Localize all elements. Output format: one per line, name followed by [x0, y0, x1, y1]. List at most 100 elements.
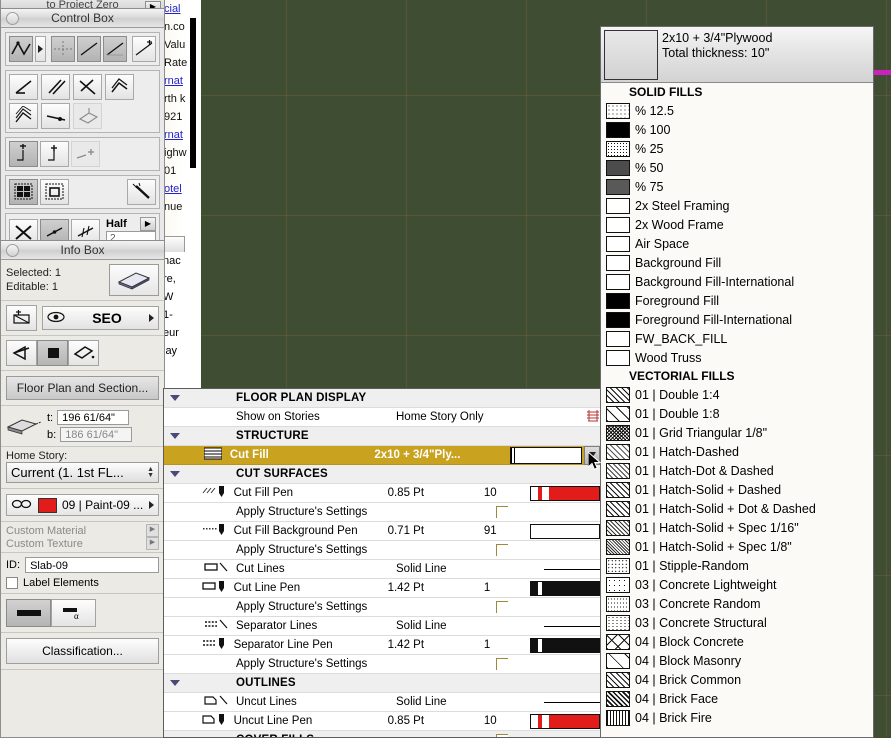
fill-menu-item[interactable]: % 50	[601, 158, 873, 177]
settings-row[interactable]: Cut Line Pen 1.42 Pt 1	[164, 579, 604, 598]
fill-menu-item[interactable]: 04 | Block Concrete	[601, 632, 873, 651]
snap-polyline-button[interactable]	[9, 36, 33, 62]
fill-menu-item[interactable]: % 25	[601, 139, 873, 158]
disclosure-triangle-icon[interactable]	[164, 433, 186, 439]
fill-menu-item[interactable]: 04 | Block Masonry	[601, 651, 873, 670]
fill-menu-item[interactable]: 04 | Brick Fire	[601, 708, 873, 727]
slab-preview-icon[interactable]	[109, 264, 159, 296]
rectangle-method-button[interactable]	[37, 340, 68, 366]
settings-row-selected[interactable]: Cut Fill 2x10 + 3/4"Ply...	[164, 445, 604, 465]
disclosure-triangle-icon[interactable]	[164, 680, 186, 686]
element-settings-table[interactable]: FLOOR PLAN DISPLAY Show on Stories Home St…	[163, 388, 605, 738]
gravity-slab-button[interactable]	[9, 141, 38, 167]
fill-menu-item[interactable]: % 12.5	[601, 101, 873, 120]
fill-menu-item[interactable]: 2x Wood Frame	[601, 215, 873, 234]
setting-value[interactable]: 2x10 + 3/4"Ply...	[374, 449, 464, 461]
settings-row[interactable]: OUTLINES	[164, 674, 604, 693]
settings-row[interactable]: FLOOR PLAN DISPLAY	[164, 389, 604, 408]
fill-menu-item[interactable]: 01 | Hatch-Solid + Dot & Dashed	[601, 499, 873, 518]
fill-menu-item[interactable]: 04 | Brick Common	[601, 670, 873, 689]
fill-menu-item[interactable]: Foreground Fill	[601, 291, 873, 310]
angle-bisector-button[interactable]	[73, 74, 102, 100]
link-materials-icon[interactable]	[11, 498, 33, 513]
3d-plane-button[interactable]	[73, 103, 102, 129]
settings-row[interactable]: Separator Line Pen 1.42 Pt 1	[164, 636, 604, 655]
home-story-select[interactable]: Current (1. 1st FL... ▲ ▼	[6, 462, 159, 483]
guide-line-button[interactable]	[76, 36, 101, 62]
gravity-roof-button[interactable]	[40, 141, 69, 167]
settings-row[interactable]: STRUCTURE	[164, 427, 604, 446]
disclosure-triangle-icon[interactable]	[164, 395, 186, 401]
floor-plan-and-section-button[interactable]: Floor Plan and Section...	[6, 376, 159, 400]
pen-index[interactable]: 10	[484, 715, 530, 727]
divisions-popup-arrow-icon[interactable]: ▶	[140, 217, 156, 231]
pen-color-swatch[interactable]	[530, 485, 600, 501]
line-type-preview[interactable]	[544, 701, 600, 703]
material-selector[interactable]: 09 | Paint-09 ...	[6, 494, 159, 516]
settings-row[interactable]: Cut Fill Background Pen 0.71 Pt 91	[164, 522, 604, 541]
gravity-mesh-button[interactable]	[71, 141, 100, 167]
fill-menu-item[interactable]: 01 | Double 1:4	[601, 385, 873, 404]
setting-value[interactable]: 1.42 Pt	[388, 582, 484, 594]
window-close-knob-icon[interactable]	[6, 244, 19, 257]
magic-wand-button[interactable]	[127, 179, 156, 205]
line-type-preview[interactable]	[544, 568, 600, 570]
settings-row[interactable]: Cut Fill Pen 0.85 Pt 10	[164, 484, 604, 503]
fill-menu-item[interactable]: 01 | Hatch-Solid + Spec 1/8"	[601, 537, 873, 556]
fill-type-popup-menu[interactable]: 2x10 + 3/4"Plywood Total thickness: 10" …	[600, 26, 874, 738]
cut-fill-swatch[interactable]	[510, 446, 583, 464]
setting-value[interactable]: 1.42 Pt	[388, 639, 484, 651]
fill-menu-item[interactable]: Wood Truss	[601, 348, 873, 367]
fill-menu-item[interactable]: Background Fill-International	[601, 272, 873, 291]
fill-menu-item[interactable]: FW_BACK_FILL	[601, 329, 873, 348]
setting-value[interactable]: 0.85 Pt	[388, 487, 484, 499]
layer-selector[interactable]: SEO	[42, 306, 159, 330]
fill-menu-item[interactable]: 01 | Hatch-Solid + Spec 1/16"	[601, 518, 873, 537]
pen-index[interactable]: 91	[484, 525, 530, 537]
settings-row[interactable]: Apply Structure's Settings	[164, 655, 604, 674]
setting-value[interactable]: 0.71 Pt	[388, 525, 484, 537]
pen-color-swatch[interactable]	[530, 523, 600, 539]
apply-structure-checkbox[interactable]	[496, 658, 544, 670]
fill-menu-item[interactable]: 01 | Stipple-Random	[601, 556, 873, 575]
setting-value[interactable]: Solid Line	[396, 696, 496, 708]
webpage-text-fragment[interactable]: otel	[163, 180, 201, 198]
fill-menu-item[interactable]: Foreground Fill-International	[601, 310, 873, 329]
setting-value[interactable]: Solid Line	[396, 620, 496, 632]
show-on-stories-icon[interactable]	[586, 409, 600, 426]
group-button[interactable]	[9, 179, 38, 205]
fill-menu-item[interactable]: 03 | Concrete Random	[601, 594, 873, 613]
background-webpage-strip-lower[interactable]: nac re, W 1- eur lay	[163, 252, 201, 390]
tool-slab-icon[interactable]	[6, 305, 37, 331]
window-close-knob-icon[interactable]	[6, 12, 19, 25]
setting-value[interactable]: 0.85 Pt	[388, 715, 484, 727]
pen-index[interactable]: 1	[484, 582, 530, 594]
settings-row[interactable]: Show on Stories Home Story Only	[164, 408, 604, 427]
setting-value[interactable]: Home Story Only	[396, 411, 496, 423]
webpage-text-fragment[interactable]: nac	[163, 252, 201, 270]
settings-row[interactable]: Uncut Lines Solid Line	[164, 693, 604, 712]
fill-menu-item[interactable]: 01 | Hatch-Dot & Dashed	[601, 461, 873, 480]
suspend-groups-button[interactable]	[40, 179, 69, 205]
pen-color-swatch[interactable]	[530, 713, 600, 729]
guide-point-button[interactable]	[131, 36, 156, 62]
pen-index[interactable]: 10	[484, 487, 530, 499]
line-type-preview[interactable]	[544, 625, 600, 627]
fill-menu-item[interactable]: 03 | Concrete Lightweight	[601, 575, 873, 594]
settings-row[interactable]: Separator Lines Solid Line	[164, 617, 604, 636]
pen-color-swatch[interactable]	[530, 580, 600, 596]
rotated-rectangle-method-button[interactable]	[68, 340, 99, 366]
elevate-button[interactable]	[41, 103, 70, 129]
classification-button[interactable]: Classification...	[6, 638, 159, 664]
fill-menu-item[interactable]: 2x Steel Framing	[601, 196, 873, 215]
multi-offset-button[interactable]	[9, 103, 38, 129]
apply-structure-checkbox[interactable]	[496, 734, 544, 737]
offset-button[interactable]	[105, 74, 134, 100]
fill-menu-item[interactable]: Background Fill	[601, 253, 873, 272]
fill-menu-item[interactable]: 01 | Hatch-Dashed	[601, 442, 873, 461]
fill-menu-item[interactable]: 01 | Double 1:8	[601, 404, 873, 423]
settings-row[interactable]: CUT SURFACES	[164, 465, 604, 484]
top-elevation-input[interactable]: 196 61/64"	[57, 410, 130, 425]
bottom-elevation-input[interactable]: 186 61/64"	[60, 427, 133, 442]
webpage-text-fragment[interactable]: cial	[163, 0, 201, 18]
